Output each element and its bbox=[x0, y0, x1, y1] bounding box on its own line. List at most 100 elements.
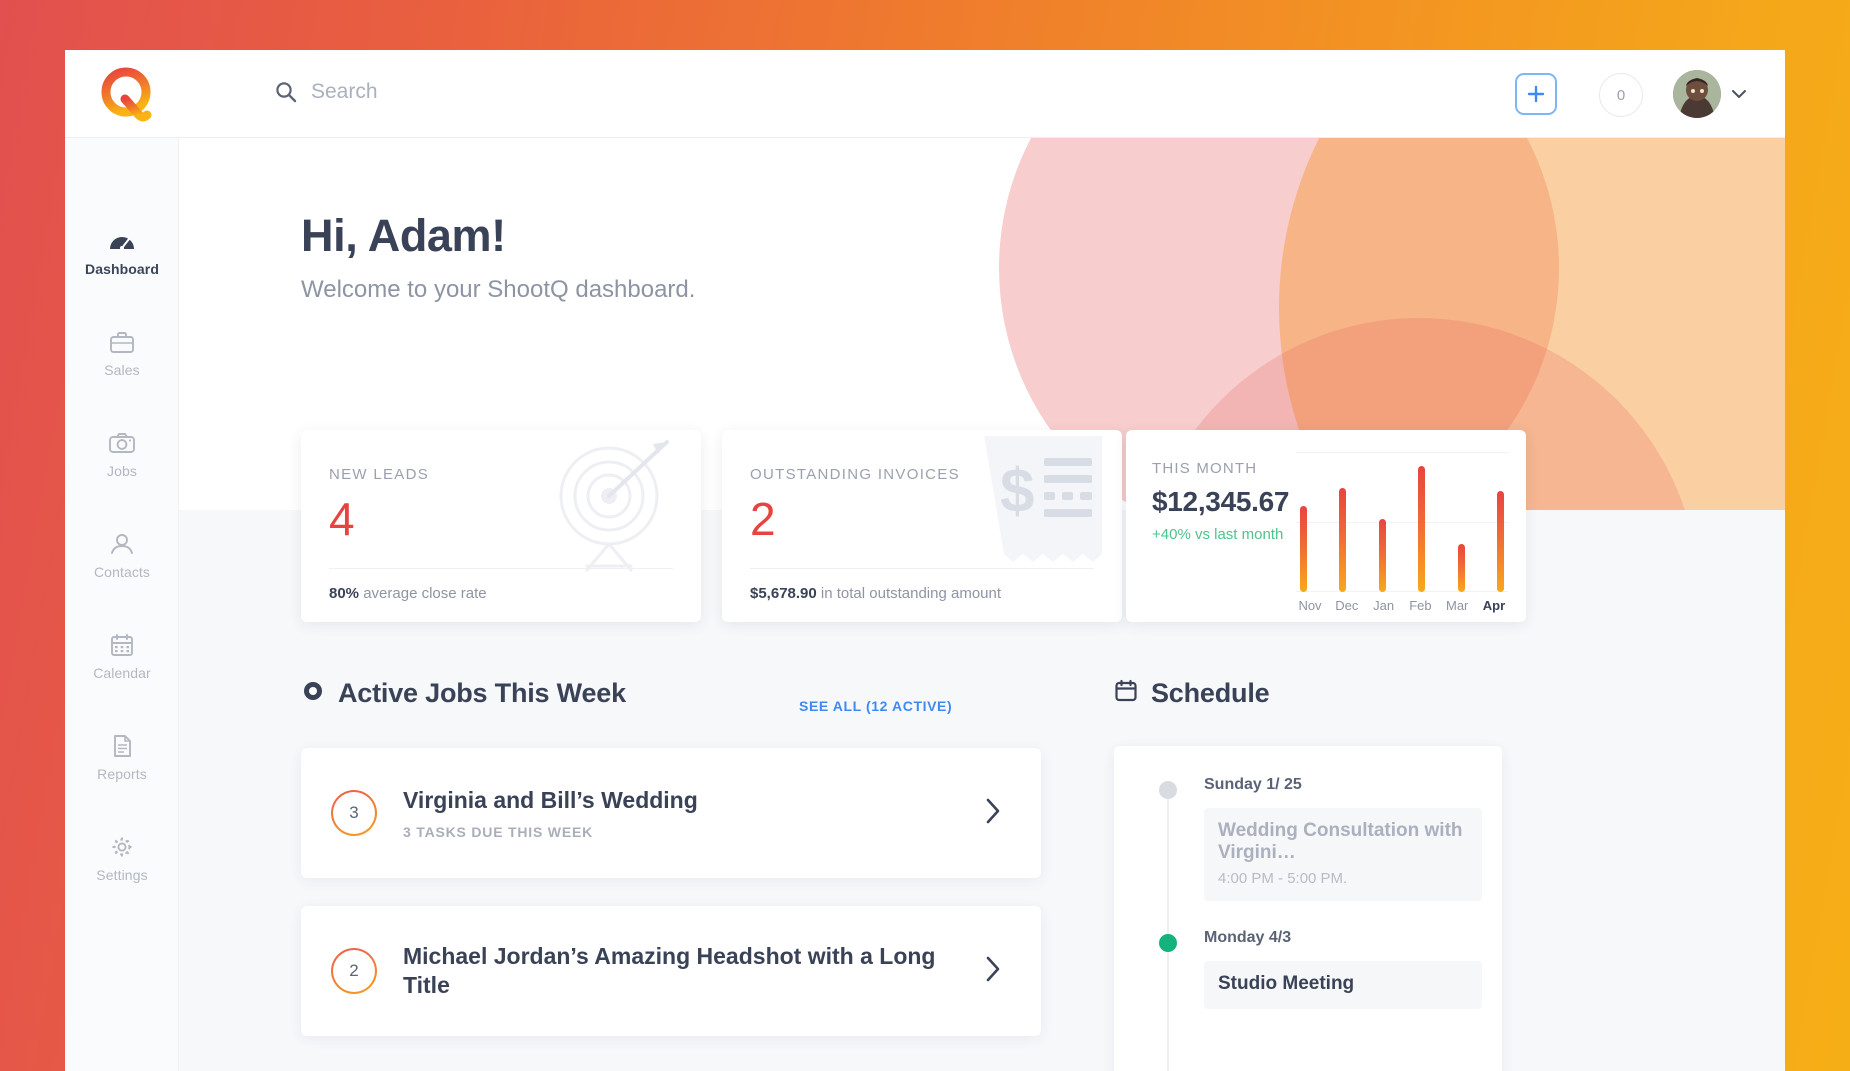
sidebar-item-jobs[interactable]: Jobs bbox=[65, 412, 179, 496]
job-text: Virginia and Bill’s Wedding 3 TASKS DUE … bbox=[403, 786, 985, 839]
search-icon bbox=[275, 81, 297, 103]
schedule-event[interactable]: Wedding Consultation with Virgini… 4:00 … bbox=[1204, 808, 1482, 901]
chart-bar bbox=[1457, 543, 1465, 592]
chart-x-label: Jan bbox=[1373, 598, 1395, 613]
card-footer-rest: average close rate bbox=[359, 585, 487, 602]
schedule-event-title: Studio Meeting bbox=[1218, 973, 1355, 994]
job-title: Michael Jordan’s Amazing Headshot with a… bbox=[403, 942, 936, 998]
chart-x-axis-labels: Nov Dec Jan Feb Mar Apr bbox=[1296, 598, 1508, 613]
search-input[interactable] bbox=[311, 76, 731, 108]
task-count-badge: 3 bbox=[331, 790, 377, 836]
top-bar: 0 bbox=[65, 50, 1785, 138]
card-footer-bold: 80% bbox=[329, 585, 360, 602]
schedule-dot-icon bbox=[1159, 934, 1177, 952]
gear-icon bbox=[108, 834, 136, 861]
speedometer-icon bbox=[108, 228, 136, 255]
card-label: THIS MONTH bbox=[1152, 460, 1258, 477]
chart-x-label: Nov bbox=[1298, 598, 1322, 613]
stat-cards: NEW LEADS 4 80% average close rate $ OUT… bbox=[301, 430, 1721, 630]
divider bbox=[329, 568, 673, 569]
job-card[interactable]: 3 Virginia and Bill’s Wedding 3 TASKS DU… bbox=[301, 748, 1041, 878]
card-footer: $5,678.90 in total outstanding amount bbox=[750, 585, 1001, 602]
see-all-link[interactable]: SEE ALL (12 ACTIVE) bbox=[799, 698, 952, 714]
schedule-event-time: 4:00 PM - 5:00 PM. bbox=[1218, 870, 1348, 887]
sidebar-item-label: Settings bbox=[96, 866, 148, 883]
schedule-date: Sunday 1/ 25 bbox=[1204, 776, 1302, 793]
card-label: OUTSTANDING INVOICES bbox=[750, 466, 960, 483]
chart-bar bbox=[1496, 490, 1504, 592]
page-subtitle: Welcome to your ShootQ dashboard. bbox=[301, 276, 696, 303]
sidebar-item-label: Contacts bbox=[93, 563, 151, 580]
app-window: 0 bbox=[65, 50, 1785, 1071]
page-title: Hi, Adam! bbox=[301, 210, 506, 261]
main-content: Hi, Adam! Welcome to your ShootQ dashboa… bbox=[179, 138, 1785, 1071]
active-jobs-header: Active Jobs This Week bbox=[301, 678, 626, 709]
notification-count-button[interactable]: 0 bbox=[1599, 73, 1643, 117]
schedule-card: Sunday 1/ 25 Wedding Consultation with V… bbox=[1114, 746, 1502, 1071]
sidebar-item-label: Calendar bbox=[93, 664, 151, 681]
calendar-icon bbox=[1114, 679, 1138, 708]
sidebar: Dashboard Sales Jobs Contacts Calendar R… bbox=[65, 138, 179, 1071]
sidebar-item-contacts[interactable]: Contacts bbox=[65, 513, 179, 597]
sidebar-item-calendar[interactable]: Calendar bbox=[65, 614, 179, 698]
card-footer: 80% average close rate bbox=[329, 585, 487, 602]
sidebar-item-sales[interactable]: Sales bbox=[65, 311, 179, 395]
card-delta: +40% vs last month bbox=[1152, 526, 1284, 543]
card-value: 4 bbox=[329, 493, 355, 545]
calendar-icon bbox=[108, 632, 136, 659]
camera-icon bbox=[301, 680, 325, 707]
chart-x-label: Apr bbox=[1482, 598, 1506, 613]
card-footer-bold: $5,678.90 bbox=[750, 585, 817, 602]
chart-bar bbox=[1339, 488, 1347, 592]
document-icon bbox=[108, 733, 136, 760]
chart-x-label: Dec bbox=[1335, 598, 1359, 613]
task-count-badge: 2 bbox=[331, 948, 377, 994]
target-dartboard-icon bbox=[527, 434, 687, 579]
svg-text:$: $ bbox=[1000, 457, 1034, 526]
search-area[interactable] bbox=[275, 76, 731, 108]
job-meta: 3 TASKS DUE THIS WEEK bbox=[403, 823, 594, 840]
sidebar-item-settings[interactable]: Settings bbox=[65, 816, 179, 900]
chart-bars bbox=[1300, 452, 1504, 592]
schedule-event-title: Wedding Consultation with Virgini… bbox=[1218, 820, 1463, 863]
sidebar-item-label: Reports bbox=[97, 765, 147, 782]
chevron-down-icon[interactable] bbox=[1731, 86, 1747, 104]
job-card[interactable]: 2 Michael Jordan’s Amazing Headshot with… bbox=[301, 906, 1041, 1036]
sidebar-item-label: Dashboard bbox=[84, 260, 160, 277]
schedule-group: Monday 4/3 Studio Meeting bbox=[1114, 929, 1502, 1009]
chart-bar bbox=[1300, 506, 1307, 592]
schedule-group: Sunday 1/ 25 Wedding Consultation with V… bbox=[1114, 776, 1502, 901]
sidebar-item-label: Jobs bbox=[107, 462, 137, 479]
sidebar-item-dashboard[interactable]: Dashboard bbox=[65, 210, 179, 294]
chevron-right-icon[interactable] bbox=[985, 955, 1001, 988]
schedule-header: Schedule bbox=[1114, 678, 1270, 709]
card-outstanding-invoices[interactable]: $ OUTSTANDING INVOICES 2 $5,678.90 in to… bbox=[722, 430, 1122, 622]
divider bbox=[750, 568, 1094, 569]
camera-icon bbox=[108, 430, 136, 457]
shootq-logo-icon[interactable] bbox=[95, 64, 161, 126]
sidebar-item-reports[interactable]: Reports bbox=[65, 715, 179, 799]
schedule-dot-icon bbox=[1159, 781, 1177, 799]
card-value: $12,345.67 bbox=[1152, 486, 1290, 517]
greeting-block: Hi, Adam! Welcome to your ShootQ dashboa… bbox=[301, 210, 695, 304]
notification-count: 0 bbox=[1616, 86, 1626, 104]
briefcase-icon bbox=[108, 329, 136, 356]
card-value: 2 bbox=[750, 493, 776, 545]
job-title: Virginia and Bill’s Wedding bbox=[403, 787, 698, 814]
person-icon bbox=[108, 531, 136, 558]
section-title: Active Jobs This Week bbox=[338, 678, 626, 708]
schedule-event[interactable]: Studio Meeting bbox=[1204, 961, 1482, 1009]
add-button[interactable] bbox=[1515, 73, 1557, 115]
chart-x-label: Mar bbox=[1445, 598, 1469, 613]
avatar[interactable] bbox=[1673, 70, 1721, 118]
invoice-receipt-icon: $ bbox=[978, 434, 1108, 579]
chevron-right-icon[interactable] bbox=[985, 797, 1001, 830]
card-new-leads[interactable]: NEW LEADS 4 80% average close rate bbox=[301, 430, 701, 622]
card-label: NEW LEADS bbox=[329, 466, 430, 483]
chart-bar bbox=[1418, 465, 1426, 592]
sidebar-item-label: Sales bbox=[104, 361, 140, 378]
section-title: Schedule bbox=[1151, 678, 1270, 708]
schedule-date: Monday 4/3 bbox=[1204, 929, 1292, 946]
chart-bar bbox=[1378, 518, 1386, 592]
card-this-month[interactable]: THIS MONTH $12,345.67 +40% vs last month… bbox=[1126, 430, 1526, 622]
